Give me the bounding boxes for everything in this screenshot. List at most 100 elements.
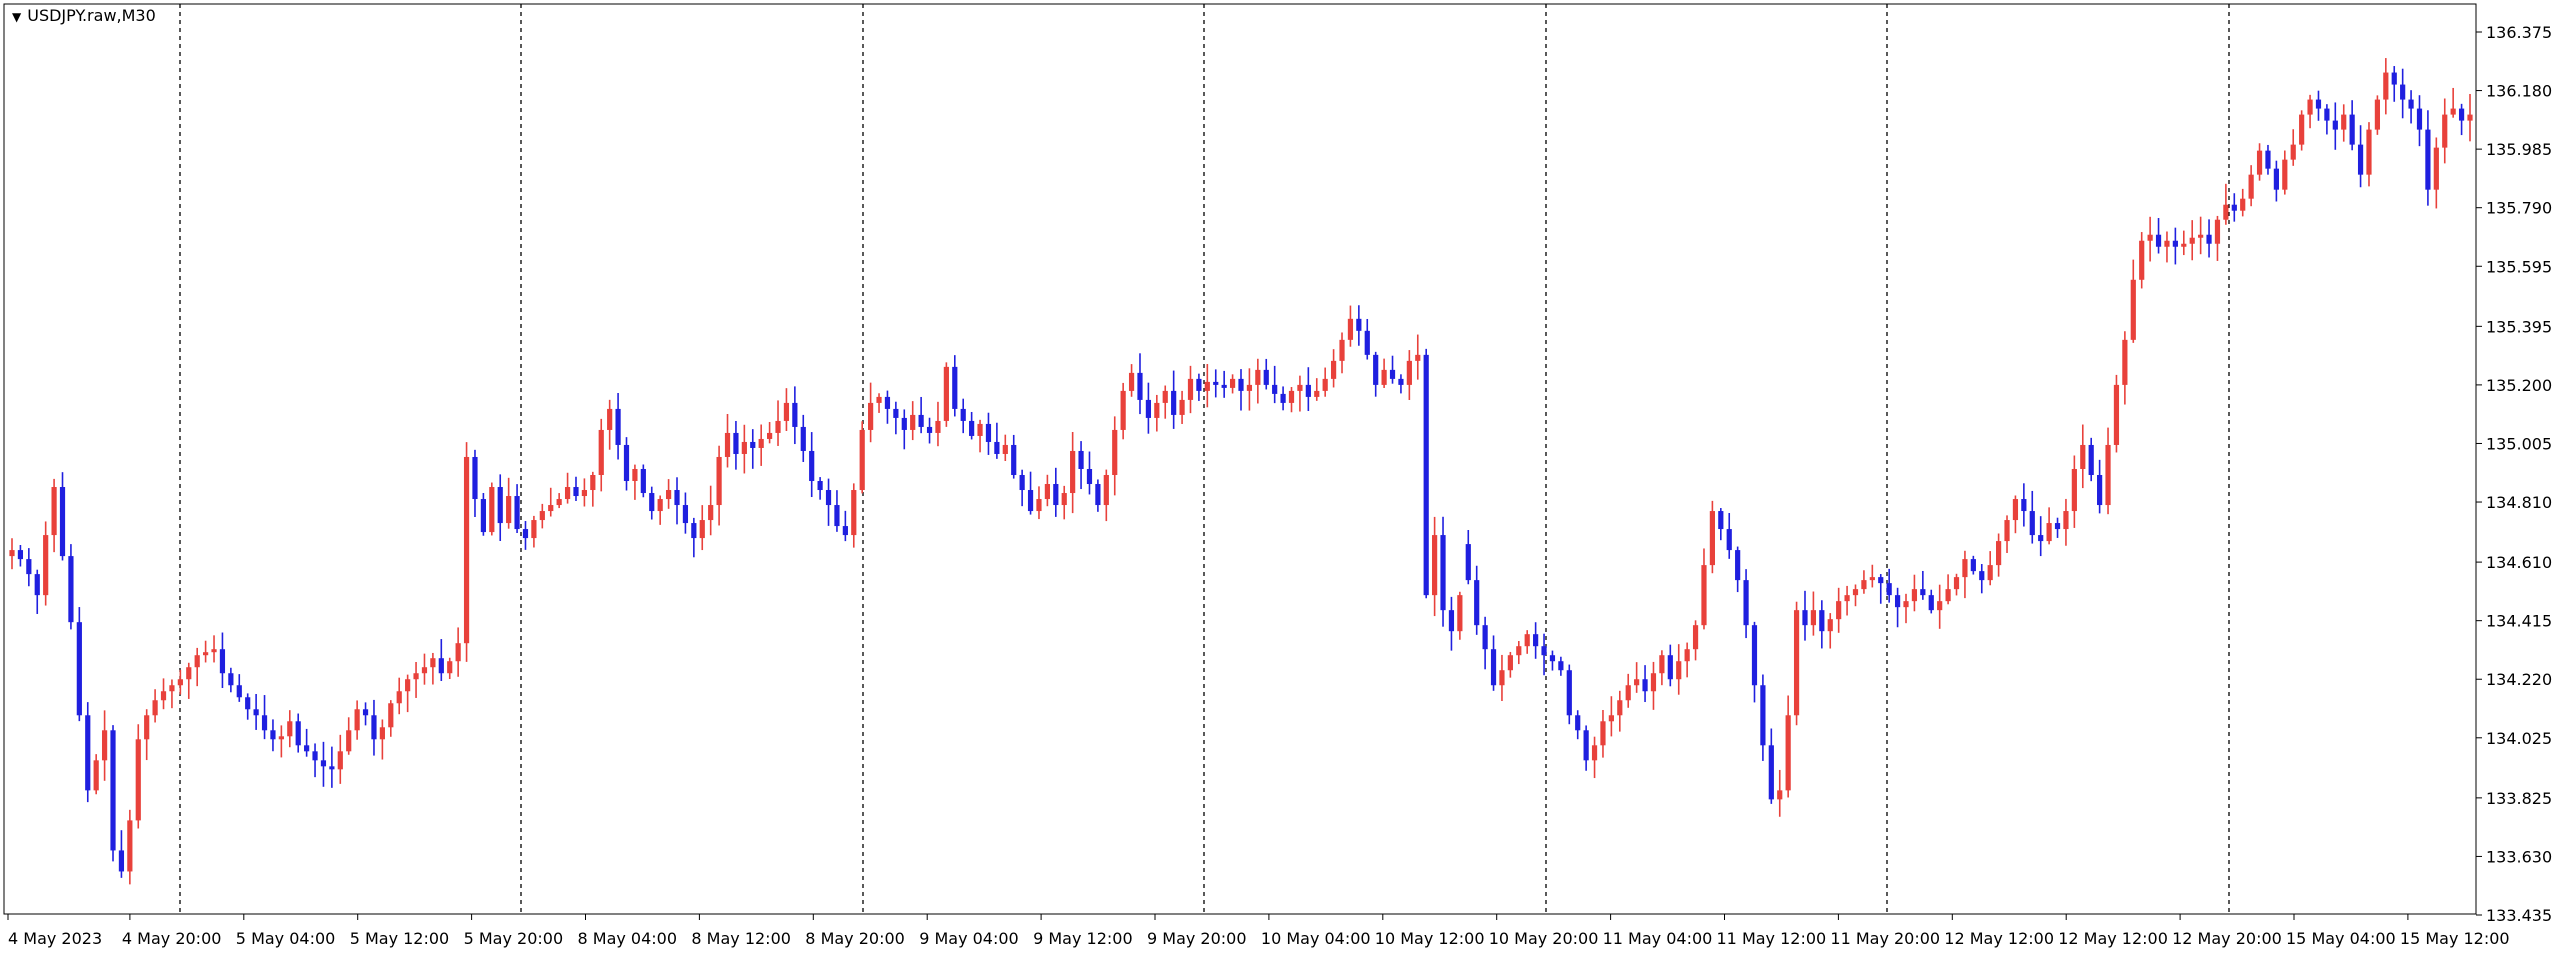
- candle-body-bear: [245, 697, 251, 710]
- candle-body-bear: [1272, 384, 1278, 394]
- candle-body-bear: [691, 523, 697, 539]
- candle-body-bear: [1196, 378, 1202, 391]
- candle-body-bear: [2097, 475, 2103, 506]
- candle-body-bull: [665, 490, 672, 500]
- x-tick-label: 11 May 04:00: [1603, 929, 1713, 948]
- candle-body-bull: [1432, 535, 1438, 596]
- candle-body-bull: [1154, 402, 1160, 418]
- candle-body-bull: [455, 643, 461, 662]
- x-tick-label: 12 May 20:00: [2172, 929, 2282, 948]
- candle-body-bull: [758, 438, 764, 448]
- candle-body-bull: [1070, 450, 1076, 494]
- x-tick-label: 10 May 04:00: [1261, 929, 1371, 948]
- x-tick-label: 10 May 20:00: [1489, 929, 1599, 948]
- candle-body-bear: [219, 649, 226, 674]
- candle-body-bull: [2189, 237, 2195, 244]
- candle-body-bear: [817, 481, 823, 491]
- candle-body-bear: [1448, 610, 1455, 632]
- candle-body-bear: [792, 402, 798, 427]
- candle-body-bear: [320, 760, 327, 767]
- candle-body-bear: [615, 408, 621, 445]
- candle-body-bull: [1600, 721, 1606, 746]
- candle-body-bear: [960, 408, 966, 421]
- candle-body-bear: [270, 730, 276, 740]
- candle-body-bear: [362, 709, 369, 716]
- candle-body-bull: [135, 739, 141, 821]
- y-tick-label: 133.825: [2486, 789, 2552, 808]
- candle-body-bear: [1928, 595, 1934, 611]
- candle-body-bear: [514, 496, 520, 530]
- candle-body-bear: [918, 414, 924, 427]
- candle-body-bull: [539, 511, 545, 521]
- candle-body-bull: [1827, 619, 1833, 632]
- candle-body-bull: [1608, 715, 1614, 722]
- candle-body-bull: [1457, 595, 1463, 632]
- candle-body-bear: [34, 574, 40, 596]
- candle-body-bull: [1297, 384, 1303, 391]
- candle-body-bull: [1516, 646, 1522, 656]
- triangle-down-icon[interactable]: ▼: [12, 10, 21, 24]
- candle-body-bull: [177, 679, 183, 686]
- candle-body-bull: [708, 505, 714, 521]
- symbol-label[interactable]: ▼ USDJPY.raw,M30: [12, 6, 156, 25]
- candle-body-bear: [1213, 381, 1219, 385]
- candle-body-bull: [186, 667, 192, 680]
- candle-body-bull: [1406, 360, 1412, 385]
- candle-body-bull: [1692, 625, 1699, 650]
- y-tick-label: 135.005: [2486, 434, 2552, 453]
- candle-body-bear: [2265, 150, 2271, 169]
- candlestick-chart[interactable]: 136.375 136.180 135.985 135.790 135.595 135.3…: [0, 0, 2560, 955]
- candle-body-bear: [1533, 634, 1539, 647]
- candle-body-bear: [1566, 670, 1572, 716]
- candle-body-bear: [1356, 318, 1362, 331]
- candle-body-bear: [1238, 378, 1244, 391]
- candle-body-bear: [1364, 330, 1370, 355]
- candle-body-bear: [901, 417, 907, 430]
- x-tick-label: 5 May 12:00: [350, 929, 450, 948]
- candle-body-bear: [1768, 745, 1774, 800]
- candle-body-bear: [1751, 625, 1758, 686]
- candle-body-bull: [421, 667, 428, 674]
- candle-body-bull: [337, 751, 343, 770]
- candle-body-bear: [85, 715, 91, 791]
- candle-body-bull: [2307, 99, 2313, 115]
- candle-body-bear: [1667, 655, 1673, 680]
- candle-body-bear: [640, 468, 646, 494]
- x-tick-label: 12 May 12:00: [2058, 929, 2168, 948]
- candle-body-bear: [438, 658, 444, 674]
- candle-body-bear: [623, 444, 630, 482]
- y-tick-label: 134.810: [2486, 493, 2552, 512]
- candle-body-bull: [607, 408, 613, 430]
- candle-body-bear: [2425, 129, 2431, 190]
- candle-body-bull: [1836, 601, 1842, 620]
- candle-body-bull: [1044, 484, 1050, 500]
- candle-body-bear: [825, 490, 832, 506]
- candle-body-bull: [1524, 634, 1530, 647]
- candle-body-bull: [699, 520, 705, 539]
- candle-body-bear: [1305, 384, 1311, 397]
- candle-body-bull: [548, 505, 554, 512]
- candle-body-bear: [1078, 450, 1084, 469]
- candle-body-bull: [935, 420, 941, 433]
- candle-body-bear: [1743, 580, 1749, 626]
- candle-body-bull: [1591, 745, 1598, 761]
- candle-body-bull: [388, 703, 394, 728]
- candle-body-bull: [2122, 339, 2128, 385]
- candle-body-bull: [1701, 565, 1707, 626]
- candle-body-bull: [1785, 715, 1791, 791]
- candle-body-bull: [1507, 655, 1513, 671]
- price-axis: 136.375 136.180 135.985 135.790 135.595 135.3…: [2476, 23, 2552, 925]
- candle-body-bull: [1625, 685, 1631, 701]
- candle-body-bear: [1549, 655, 1556, 662]
- candle-body-bull: [2113, 384, 2120, 445]
- candle-body-bear: [1019, 475, 1025, 491]
- candle-body-bear: [1095, 484, 1101, 506]
- candle-body-bear: [969, 420, 975, 436]
- y-tick-label: 135.595: [2486, 257, 2552, 276]
- candle-body-bear: [497, 487, 503, 524]
- candle-body-bull: [564, 487, 571, 500]
- candle-body-bull: [851, 490, 857, 536]
- candle-body-bear: [1894, 595, 1901, 608]
- candle-body-bull: [2071, 468, 2077, 512]
- candle-body-bull: [1002, 444, 1008, 454]
